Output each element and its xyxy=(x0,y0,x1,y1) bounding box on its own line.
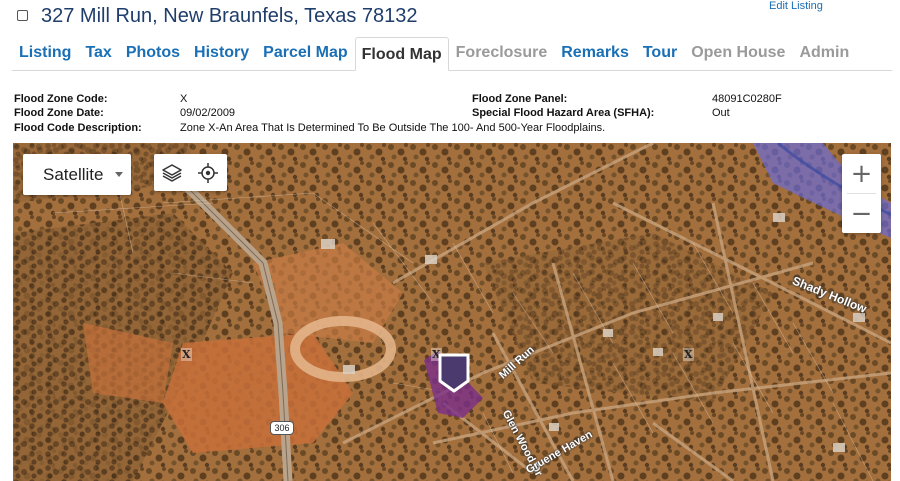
map-type-select[interactable]: Satellite xyxy=(23,154,131,195)
layers-icon xyxy=(162,163,182,182)
edit-listing-link[interactable]: Edit Listing xyxy=(769,0,823,12)
listing-tabs: Listing Tax Photos History Parcel Map Fl… xyxy=(12,37,892,71)
flood-zone-x-marker: X xyxy=(181,348,192,361)
listing-header: 327 Mill Run, New Braunfels, Texas 78132… xyxy=(0,0,900,36)
crosshair-icon xyxy=(198,162,218,183)
sfha-value: Out xyxy=(712,107,730,119)
tab-remarks[interactable]: Remarks xyxy=(554,36,636,70)
flood-zone-code-value: X xyxy=(180,93,188,105)
sfha-label: Special Flood Hazard Area (SFHA): xyxy=(472,107,655,119)
zoom-out-button[interactable]: − xyxy=(842,194,881,233)
route-306-shield: 306 xyxy=(270,421,294,435)
flood-zone-x-marker: X xyxy=(683,348,694,361)
property-location-marker[interactable] xyxy=(438,353,470,393)
listing-select-checkbox[interactable] xyxy=(17,10,28,21)
satellite-imagery xyxy=(13,143,891,481)
tab-tour[interactable]: Tour xyxy=(636,36,684,70)
flood-code-description-label: Flood Code Description: xyxy=(14,122,142,134)
map-tools xyxy=(154,154,227,191)
flood-zone-panel-value: 48091C0280F xyxy=(712,93,782,105)
layers-button[interactable] xyxy=(154,154,190,191)
tab-flood-map[interactable]: Flood Map xyxy=(354,37,449,71)
flood-zone-panel-label: Flood Zone Panel: xyxy=(472,93,568,105)
map-type-label: Satellite xyxy=(43,165,104,184)
zoom-control: + − xyxy=(842,154,881,233)
tab-listing[interactable]: Listing xyxy=(12,36,78,70)
zoom-in-button[interactable]: + xyxy=(842,154,881,193)
flood-map[interactable]: X X X Shady Hollow Mill Run Glen Wood Dr… xyxy=(13,143,891,481)
tab-history[interactable]: History xyxy=(187,36,256,70)
chevron-down-icon xyxy=(115,172,123,177)
flood-code-description-value: Zone X-An Area That Is Determined To Be … xyxy=(180,122,606,134)
tab-foreclosure: Foreclosure xyxy=(455,44,548,61)
my-location-button[interactable] xyxy=(190,154,226,191)
tab-tax[interactable]: Tax xyxy=(78,36,118,70)
listing-address: 327 Mill Run, New Braunfels, Texas 78132 xyxy=(41,5,418,27)
tab-photos[interactable]: Photos xyxy=(119,36,187,70)
tab-open-house: Open House xyxy=(691,44,786,61)
flood-zone-date-value: 09/02/2009 xyxy=(180,107,236,119)
flood-zone-code-label: Flood Zone Code: xyxy=(14,93,108,105)
flood-zone-date-label: Flood Zone Date: xyxy=(14,107,104,119)
tab-parcel-map[interactable]: Parcel Map xyxy=(256,36,354,70)
tab-admin: Admin xyxy=(799,44,850,61)
